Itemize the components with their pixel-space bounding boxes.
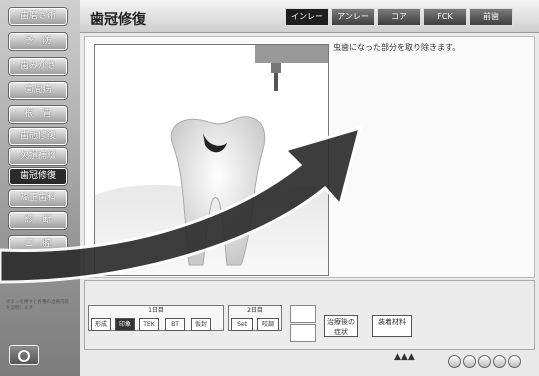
step-insho[interactable]: 印象: [115, 318, 135, 331]
thumbnail-1[interactable]: [290, 305, 316, 323]
step-karifu[interactable]: 仮封: [191, 318, 211, 331]
tools-icon[interactable]: ▲▲▲: [394, 352, 415, 362]
footer-circle-3[interactable]: [478, 355, 491, 368]
step-group-day2: 2日目 Set 咬調: [228, 305, 282, 331]
post-treatment-button[interactable]: 治療後の症状: [324, 315, 358, 337]
thumbnail-2[interactable]: [290, 324, 316, 342]
group-label: 1日目: [148, 307, 164, 314]
step-set[interactable]: Set: [231, 318, 253, 331]
footer-circle-5[interactable]: [508, 355, 521, 368]
step-tek[interactable]: TEK: [139, 318, 159, 331]
step-keisei[interactable]: 形成: [91, 318, 111, 331]
step-kocho[interactable]: 咬調: [257, 318, 279, 331]
materials-button[interactable]: 装着材料: [372, 315, 412, 337]
footer-circle-4[interactable]: [493, 355, 506, 368]
step-bt[interactable]: BT: [165, 318, 185, 331]
footer-circle-2[interactable]: [463, 355, 476, 368]
group-label: 2日目: [247, 307, 263, 314]
footer-circle-1[interactable]: [448, 355, 461, 368]
step-group-day1: 1日目 形成 印象 TEK BT 仮封: [88, 305, 224, 331]
